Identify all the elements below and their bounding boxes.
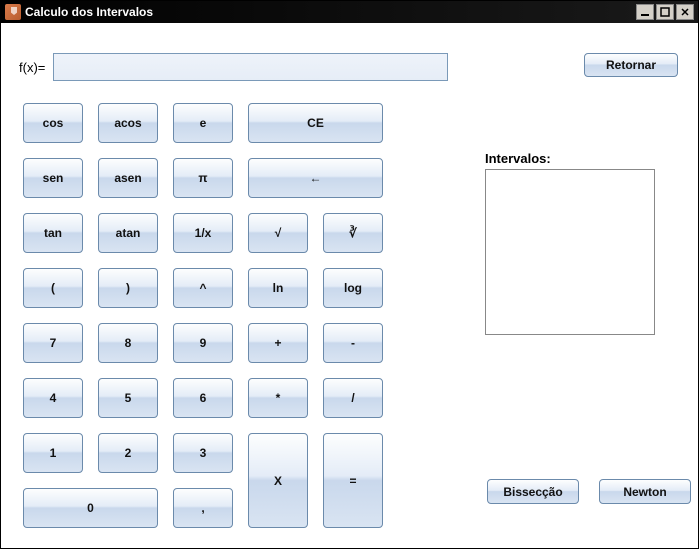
digit-2-button[interactable]: 2 [98, 433, 158, 473]
digit-7-button[interactable]: 7 [23, 323, 83, 363]
asen-button[interactable]: asen [98, 158, 158, 198]
window-controls [636, 4, 694, 20]
close-button[interactable] [676, 4, 694, 20]
acos-button[interactable]: acos [98, 103, 158, 143]
fx-row: f(x)= [19, 53, 448, 81]
digit-5-button[interactable]: 5 [98, 378, 158, 418]
sen-button[interactable]: sen [23, 158, 83, 198]
maximize-icon [660, 7, 670, 17]
comma-button[interactable]: , [173, 488, 233, 528]
sqrt-button[interactable]: √ [248, 213, 308, 253]
log-button[interactable]: log [323, 268, 383, 308]
digit-0-button[interactable]: 0 [23, 488, 158, 528]
reciprocal-button[interactable]: 1/x [173, 213, 233, 253]
bottom-buttons: Bissecção Newton [487, 479, 691, 504]
app-window: Calculo dos Intervalos f(x)= Retornar co… [0, 0, 699, 549]
pi-button[interactable]: π [173, 158, 233, 198]
digit-3-button[interactable]: 3 [173, 433, 233, 473]
rparen-button[interactable]: ) [98, 268, 158, 308]
lparen-button[interactable]: ( [23, 268, 83, 308]
titlebar: Calculo dos Intervalos [1, 1, 698, 23]
digit-4-button[interactable]: 4 [23, 378, 83, 418]
equals-button[interactable]: = [323, 433, 383, 528]
close-icon [680, 7, 690, 17]
intervals-label: Intervalos: [485, 151, 551, 166]
atan-button[interactable]: atan [98, 213, 158, 253]
power-button[interactable]: ^ [173, 268, 233, 308]
ce-button[interactable]: CE [248, 103, 383, 143]
e-button[interactable]: e [173, 103, 233, 143]
java-icon [5, 4, 21, 20]
fx-input[interactable] [53, 53, 448, 81]
cos-button[interactable]: cos [23, 103, 83, 143]
minimize-icon [640, 7, 650, 17]
digit-8-button[interactable]: 8 [98, 323, 158, 363]
digit-6-button[interactable]: 6 [173, 378, 233, 418]
backspace-button[interactable]: ← [248, 158, 383, 198]
fx-label: f(x)= [19, 60, 45, 75]
maximize-button[interactable] [656, 4, 674, 20]
x-button[interactable]: X [248, 433, 308, 528]
tan-button[interactable]: tan [23, 213, 83, 253]
cbrt-button[interactable]: ∛ [323, 213, 383, 253]
content-area: f(x)= Retornar cos acos e CE sen asen π … [1, 23, 698, 71]
minus-button[interactable]: - [323, 323, 383, 363]
ln-button[interactable]: ln [248, 268, 308, 308]
return-button[interactable]: Retornar [584, 53, 678, 77]
bisseccao-button[interactable]: Bissecção [487, 479, 579, 504]
digit-1-button[interactable]: 1 [23, 433, 83, 473]
minimize-button[interactable] [636, 4, 654, 20]
plus-button[interactable]: + [248, 323, 308, 363]
newton-button[interactable]: Newton [599, 479, 691, 504]
multiply-button[interactable]: * [248, 378, 308, 418]
divide-button[interactable]: / [323, 378, 383, 418]
digit-9-button[interactable]: 9 [173, 323, 233, 363]
window-title: Calculo dos Intervalos [25, 5, 153, 19]
intervals-list[interactable] [485, 169, 655, 335]
